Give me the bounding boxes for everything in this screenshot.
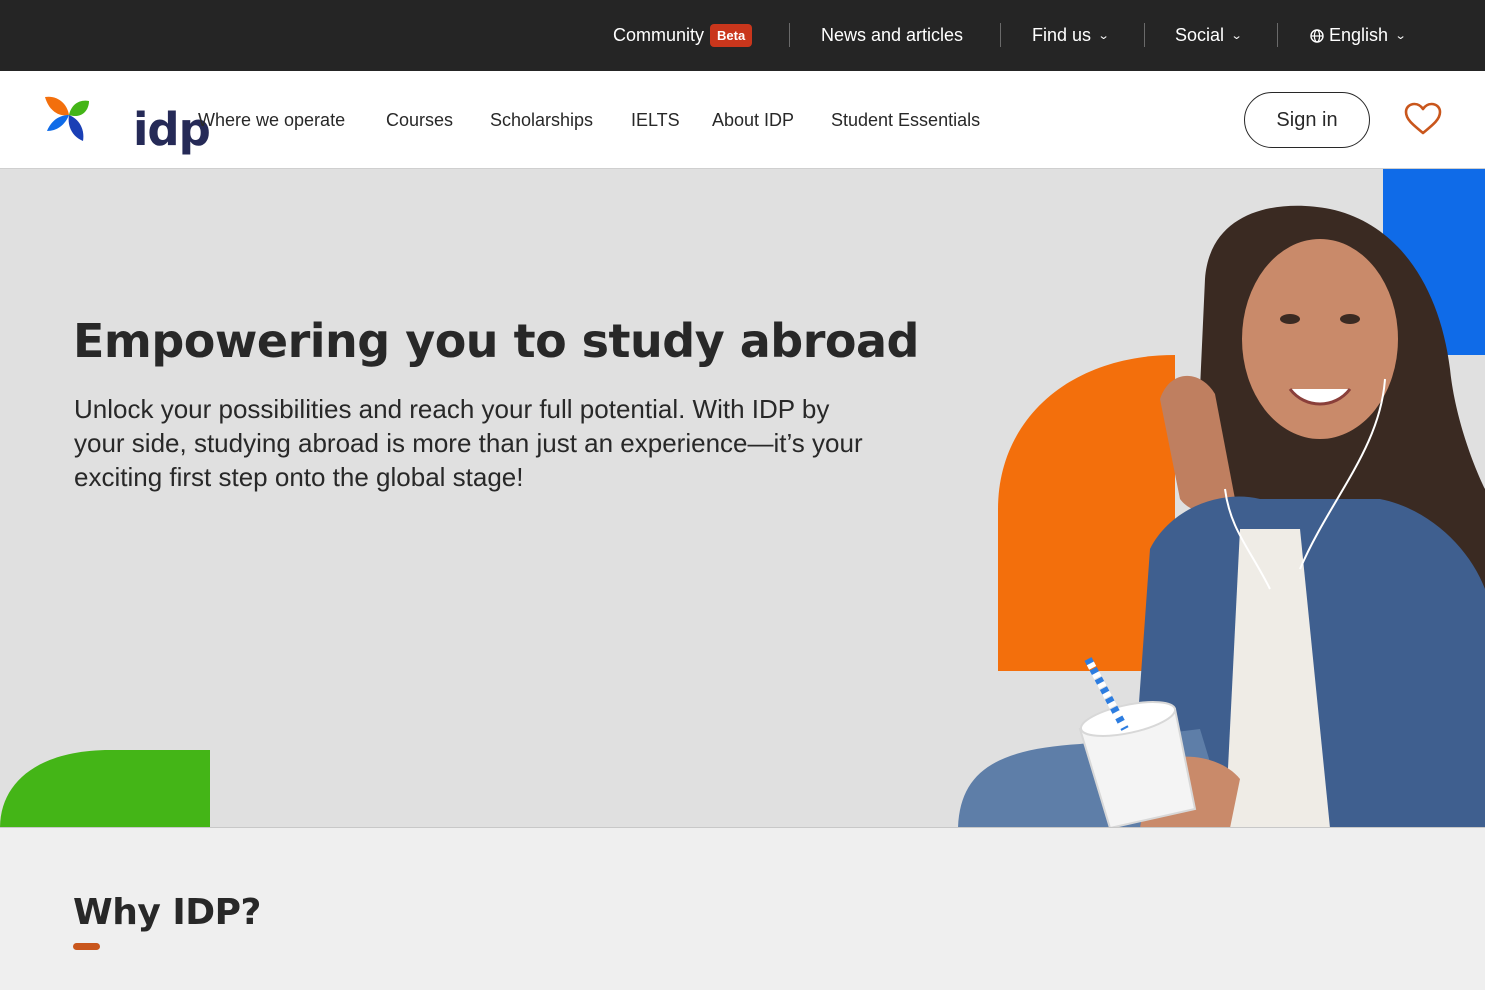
hero-title: Empowering you to study abroad [73, 314, 919, 368]
nav-ielts[interactable]: IELTS [631, 108, 680, 132]
find-us-label: Find us [1032, 25, 1092, 45]
why-idp-heading: Why IDP? [73, 892, 261, 933]
hero-section: Empowering you to study abroad Unlock yo… [0, 169, 1485, 828]
globe-icon [1310, 28, 1324, 43]
community-label: Community [613, 25, 705, 45]
hero-description: Unlock your possibilities and reach your… [74, 394, 863, 492]
idp-logo[interactable]: idp [43, 95, 211, 153]
nav-where-we-operate[interactable]: Where we operate [198, 108, 345, 132]
language-dropdown[interactable]: English ⌄ [1310, 0, 1407, 71]
sign-in-button[interactable]: Sign in [1244, 92, 1370, 148]
nav-about-idp[interactable]: About IDP [712, 108, 794, 132]
nav-student-essentials[interactable]: Student Essentials [831, 108, 980, 132]
nav-scholarships[interactable]: Scholarships [490, 108, 593, 132]
divider [789, 23, 790, 47]
chevron-down-icon: ⌄ [1097, 30, 1110, 42]
chevron-down-icon: ⌄ [1394, 30, 1407, 42]
heart-icon[interactable] [1404, 102, 1442, 136]
divider [1000, 23, 1001, 47]
language-label: English [1329, 25, 1389, 45]
nav-courses[interactable]: Courses [386, 108, 453, 132]
community-link[interactable]: Community Beta [613, 0, 753, 71]
beta-badge: Beta [710, 24, 753, 47]
hero-illustration [0, 169, 1485, 827]
divider [1144, 23, 1145, 47]
divider [1277, 23, 1278, 47]
social-dropdown[interactable]: Social ⌄ [1175, 0, 1243, 71]
news-link[interactable]: News and articles [821, 0, 963, 71]
find-us-dropdown[interactable]: Find us ⌄ [1032, 0, 1110, 71]
idp-logo-mark [45, 96, 89, 141]
heading-underline [73, 943, 100, 950]
social-label: Social [1175, 25, 1225, 45]
chevron-down-icon: ⌄ [1230, 30, 1243, 42]
utility-bar: Community Beta News and articles Find us… [0, 0, 1485, 71]
main-nav: idp Where we operate Courses Scholarship… [0, 71, 1485, 169]
